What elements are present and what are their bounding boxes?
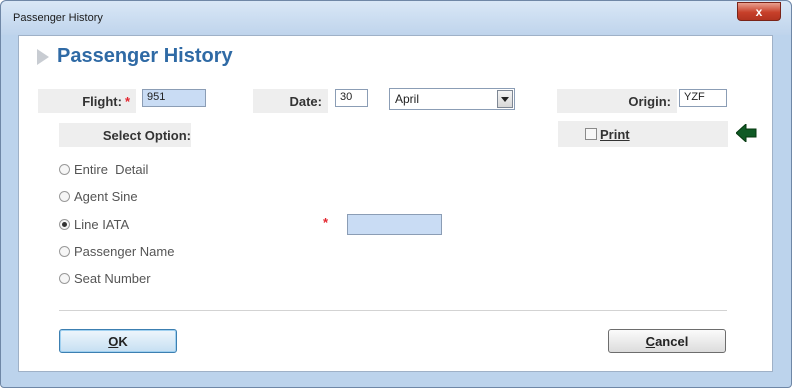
ok-button[interactable]: OK [59,329,177,353]
divider [59,310,727,311]
option-label: Passenger Name [74,244,175,259]
window-title: Passenger History [13,12,103,24]
option-label: Seat Number [74,271,151,286]
date-label-strip: Date: [253,89,328,113]
option-label: Agent Sine [74,189,138,204]
chevron-down-icon[interactable] [497,90,513,108]
option-line-iata[interactable]: Line IATA [59,217,129,232]
print-label[interactable]: Print [600,127,630,142]
cancel-button-label: Cancel [645,333,689,349]
origin-label: Origin: [628,93,671,109]
arrow-left-icon[interactable] [736,124,758,142]
radio-button[interactable] [59,273,70,284]
radio-button-selected[interactable] [59,219,70,230]
option-seat-number[interactable]: Seat Number [59,271,151,286]
print-checkbox[interactable] [585,128,597,140]
radio-button[interactable] [59,191,70,202]
option-passenger-name[interactable]: Passenger Name [59,244,174,259]
option-label: Entire Detail [74,162,149,177]
flight-label-strip: Flight: * [38,89,136,113]
dialog-window: Passenger History x Passenger History Fl… [0,0,792,388]
origin-label-strip: Origin: [557,89,677,113]
option-agent-sine[interactable]: Agent Sine [59,189,138,204]
option-entire-detail[interactable]: Entire Detail [59,162,148,177]
ok-button-label: OK [108,333,128,349]
title-bar[interactable]: Passenger History x [1,1,791,35]
option-label: Line IATA [74,217,130,232]
flight-input[interactable]: 951 [142,89,206,107]
dialog-body: Passenger History Flight: * 951 Date: 30 … [18,35,773,372]
select-option-label: Select Option: [102,127,191,143]
close-icon: x [755,4,763,19]
date-day-input[interactable]: 30 [335,89,368,107]
line-iata-input[interactable] [347,214,442,235]
radio-button[interactable] [59,246,70,257]
page-title: Passenger History [57,45,233,67]
required-marker: * [124,93,130,109]
origin-input[interactable]: YZF [679,89,727,107]
month-select[interactable]: April [389,88,515,110]
month-select-value: April [395,92,420,106]
radio-button[interactable] [59,164,70,175]
cancel-button[interactable]: Cancel [608,329,726,353]
chevron-right-icon [37,49,49,65]
close-button[interactable]: x [737,2,781,21]
date-label: Date: [289,93,322,109]
flight-label: Flight: [82,93,122,109]
select-option-strip: Select Option: [59,123,191,147]
print-strip: Print [558,121,728,147]
required-marker: * [323,215,329,230]
